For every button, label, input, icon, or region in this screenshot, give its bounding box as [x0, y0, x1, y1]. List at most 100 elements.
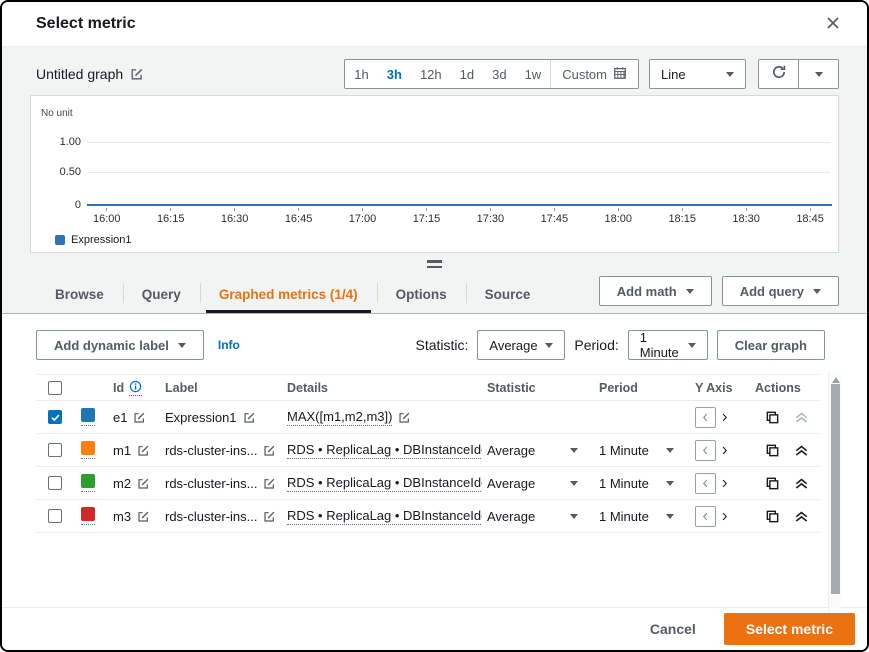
- chart-type-select[interactable]: Line: [649, 59, 746, 89]
- add-math-button[interactable]: Add math: [599, 276, 712, 306]
- scrollbar-up-arrow[interactable]: [832, 373, 840, 383]
- statistic-column-header: Statistic: [482, 381, 594, 395]
- scrollbar-thumb[interactable]: [831, 384, 840, 594]
- table-scrollbar[interactable]: [828, 371, 841, 613]
- time-range-3d[interactable]: 3d: [483, 60, 515, 88]
- row-statistic-select[interactable]: Average: [482, 509, 594, 524]
- x-tick-label: 18:45: [796, 208, 824, 225]
- row-checkbox[interactable]: [48, 509, 62, 523]
- edit-id-icon[interactable]: [137, 510, 150, 523]
- row-checkbox[interactable]: [48, 443, 62, 457]
- add-query-button[interactable]: Add query: [722, 276, 839, 306]
- row-period-select[interactable]: 1 Minute: [594, 509, 690, 524]
- time-range-12h[interactable]: 12h: [411, 60, 451, 88]
- clear-graph-button[interactable]: Clear graph: [717, 330, 825, 360]
- time-range-1d[interactable]: 1d: [451, 60, 483, 88]
- metric-id: m1: [113, 443, 131, 458]
- time-range-1w[interactable]: 1w: [516, 60, 551, 88]
- x-tick-label: 17:45: [541, 208, 569, 225]
- yaxis-right-button[interactable]: [719, 478, 730, 489]
- tab-source[interactable]: Source: [466, 275, 550, 313]
- edit-details-icon[interactable]: [398, 411, 411, 424]
- collapse-up-icon[interactable]: [794, 443, 809, 458]
- table-row: m1 rds-cluster-ins... RDS • ReplicaLag •…: [36, 434, 819, 467]
- chevron-down-icon: [815, 72, 823, 81]
- edit-id-icon[interactable]: [133, 411, 146, 424]
- yaxis-right-button[interactable]: [719, 445, 730, 456]
- statistic-label: Statistic:: [415, 337, 468, 353]
- edit-label-icon[interactable]: [263, 444, 276, 457]
- chevron-down-icon: [178, 343, 186, 352]
- refresh-options-button[interactable]: [798, 59, 839, 89]
- yaxis-left-button[interactable]: [695, 440, 716, 461]
- yaxis-right-button[interactable]: [719, 511, 730, 522]
- tab-graphed-metrics[interactable]: Graphed metrics (1/4): [200, 275, 377, 313]
- yaxis-right-button[interactable]: [719, 412, 730, 423]
- add-dynamic-label-button[interactable]: Add dynamic label: [36, 330, 204, 360]
- edit-id-icon[interactable]: [137, 444, 150, 457]
- edit-label-icon[interactable]: [263, 477, 276, 490]
- edit-graph-title-icon[interactable]: [130, 67, 144, 81]
- legend-color-marker: [55, 235, 65, 245]
- time-range-1h[interactable]: 1h: [345, 60, 377, 88]
- color-swatch[interactable]: [81, 408, 95, 426]
- period-label: Period:: [574, 337, 618, 353]
- row-checkbox[interactable]: [48, 410, 62, 424]
- duplicate-icon[interactable]: [765, 476, 780, 491]
- duplicate-icon[interactable]: [765, 410, 780, 425]
- tab-browse[interactable]: Browse: [36, 275, 123, 313]
- chevron-down-icon: [666, 448, 674, 457]
- row-statistic-select[interactable]: Average: [482, 476, 594, 491]
- color-swatch[interactable]: [81, 474, 95, 492]
- refresh-button[interactable]: [758, 59, 799, 89]
- chart-legend[interactable]: Expression1: [55, 234, 132, 246]
- metric-details[interactable]: RDS • ReplicaLag • DBInstanceIde...: [287, 508, 482, 525]
- edit-id-icon[interactable]: [137, 477, 150, 490]
- select-all-checkbox[interactable]: [48, 381, 62, 395]
- duplicate-icon[interactable]: [765, 509, 780, 524]
- edit-label-icon[interactable]: [263, 510, 276, 523]
- yaxis-left-button[interactable]: [695, 407, 716, 428]
- row-checkbox[interactable]: [48, 476, 62, 490]
- collapse-up-icon[interactable]: [794, 509, 809, 524]
- tab-options[interactable]: Options: [377, 275, 466, 313]
- duplicate-icon[interactable]: [765, 443, 780, 458]
- metric-details[interactable]: RDS • ReplicaLag • DBInstanceIde...: [287, 442, 482, 459]
- color-swatch[interactable]: [81, 507, 95, 525]
- period-select[interactable]: 1 Minute: [628, 330, 708, 360]
- close-icon: [825, 15, 841, 34]
- y-axis-unit-label: No unit: [41, 108, 73, 119]
- tab-query[interactable]: Query: [123, 275, 200, 313]
- statistic-select[interactable]: Average: [477, 330, 565, 360]
- metric-details[interactable]: MAX([m1,m2,m3]): [287, 409, 392, 426]
- yaxis-left-button[interactable]: [695, 473, 716, 494]
- collapse-up-icon[interactable]: [794, 476, 809, 491]
- select-metric-button[interactable]: Select metric: [724, 613, 855, 645]
- row-period-select[interactable]: 1 Minute: [594, 476, 690, 491]
- label-controls: Add dynamic label Info: [36, 330, 240, 360]
- row-period-select[interactable]: 1 Minute: [594, 443, 690, 458]
- time-range-custom[interactable]: Custom: [550, 60, 638, 88]
- color-swatch[interactable]: [81, 441, 95, 459]
- table-row: m3 rds-cluster-ins... RDS • ReplicaLag •…: [36, 500, 819, 533]
- close-button[interactable]: [825, 15, 841, 34]
- panel-resize-handle[interactable]: [2, 253, 867, 275]
- yaxis-toggle: [690, 407, 750, 428]
- info-icon[interactable]: [129, 380, 142, 396]
- time-range-3h[interactable]: 3h: [378, 60, 411, 88]
- cancel-button[interactable]: Cancel: [650, 621, 696, 637]
- metric-details[interactable]: RDS • ReplicaLag • DBInstanceIde...: [287, 475, 482, 492]
- legend-label: Expression1: [71, 234, 132, 246]
- edit-label-icon[interactable]: [243, 411, 256, 424]
- collapse-up-icon[interactable]: [794, 410, 809, 425]
- graph-section: Untitled graph 1h3h12h1d3d1wCustom Line: [2, 47, 867, 314]
- info-link[interactable]: Info: [218, 338, 240, 352]
- gridline: [87, 142, 830, 143]
- label-column-header: Label: [160, 381, 282, 395]
- metric-chart: No unit 1.00 0.50 0 16:0016:1516:3016:45…: [30, 95, 839, 253]
- yaxis-left-button[interactable]: [695, 506, 716, 527]
- time-range-group: 1h3h12h1d3d1wCustom: [344, 59, 639, 89]
- row-statistic-select[interactable]: Average: [482, 443, 594, 458]
- chevron-down-icon: [686, 289, 694, 298]
- x-tick-label: 17:30: [477, 208, 505, 225]
